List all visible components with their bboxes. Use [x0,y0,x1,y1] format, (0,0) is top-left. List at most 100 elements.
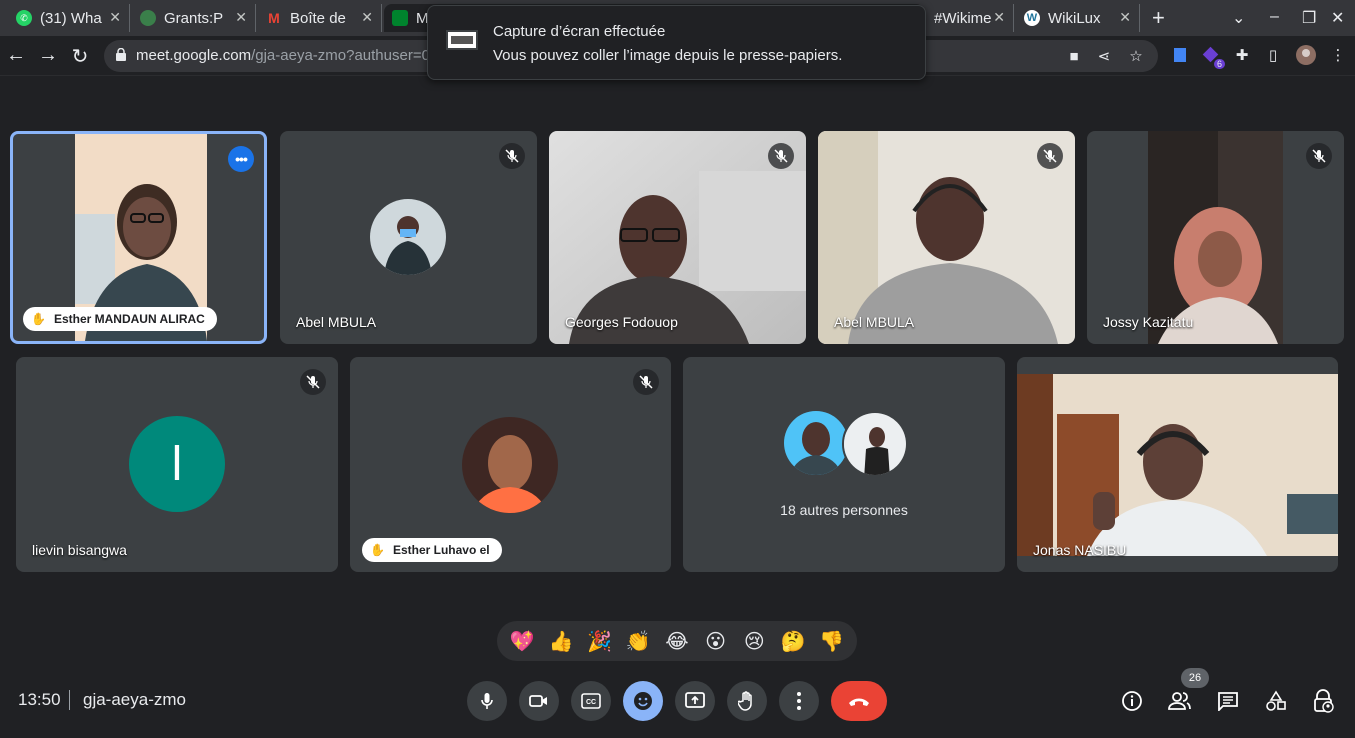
browser-tab-whatsapp[interactable]: ✆ (31) Wha ✕ [8,4,130,32]
close-window-icon[interactable]: ✕ [1331,8,1344,28]
participant-avatar [462,417,558,513]
participant-tile[interactable]: l lievin bisangwa [16,357,338,572]
raised-hand-name-pill: ✋ Esther Luhavo el [362,538,502,562]
camera-indicator-icon[interactable]: ■ [1064,46,1084,66]
participant-video [818,131,1075,344]
participant-name: lievin bisangwa [32,542,127,558]
captions-button[interactable]: CC [571,681,611,721]
extension-doc-icon[interactable] [1170,45,1190,65]
participant-name: Esther Luhavo el [392,543,490,557]
close-tab-icon[interactable]: ✕ [109,9,121,26]
reaction-party-popper-button[interactable]: 🎉 [584,629,616,654]
info-icon [1122,691,1142,711]
meeting-time: 13:50 [18,690,61,709]
reaction-sparkling-heart-button[interactable]: 💖 [506,629,538,654]
people-count-badge: 26 [1181,668,1209,688]
reactions-bar: 💖 👍 🎉 👏 😂 😮 😢 🤔 👎 [497,621,857,661]
minimize-icon[interactable]: – [1270,8,1279,26]
more-vert-icon [797,692,801,710]
extension-badge-count: 6 [1213,59,1225,69]
participant-tile[interactable]: Abel MBULA [818,131,1075,344]
participant-tile[interactable]: Jossy Kazitatu [1087,131,1344,344]
participant-tile[interactable]: Abel MBULA [280,131,537,344]
browser-tab-wikimedia[interactable]: #Wikime ✕ [926,4,1014,32]
gmail-icon: M [268,10,280,26]
other-participant-avatar [784,411,848,475]
new-tab-icon[interactable]: + [1152,5,1165,31]
participant-name: Esther MANDAUN ALIRAC [53,312,205,326]
whatsapp-icon: ✆ [16,10,32,26]
present-screen-icon [685,692,705,708]
participant-video [1017,374,1338,556]
host-controls-button[interactable] [1311,688,1337,714]
mic-off-icon [1306,143,1332,169]
browser-tab-wikilux[interactable]: W WikiLux ✕ [1016,4,1140,32]
back-icon[interactable]: ← [4,44,28,67]
others-tile[interactable]: 18 autres personnes [683,357,1005,572]
participant-tile[interactable]: ••• ✋ Esther MANDAUN ALIRAC [10,131,267,344]
url-text[interactable]: meet.google.com/gja-aeya-zmo?authuser=0 [136,47,430,64]
wikimedia-icon [140,10,156,26]
microphone-icon [481,693,493,709]
participant-initial-avatar: l [129,416,225,512]
raised-hand-name-pill: ✋ Esther MANDAUN ALIRAC [23,307,217,331]
chat-button[interactable] [1215,688,1241,714]
participant-avatar [370,199,446,275]
microphone-button[interactable] [467,681,507,721]
mic-off-icon [768,143,794,169]
participant-tile[interactable]: Georges Fodouop [549,131,806,344]
profile-avatar[interactable] [1296,45,1316,65]
browser-menu-icon[interactable]: ⋮ [1328,45,1348,65]
present-screen-button[interactable] [675,681,715,721]
reaction-thinking-button[interactable]: 🤔 [777,629,809,654]
emoji-reactions-button[interactable] [623,681,663,721]
toast-message: Vous pouvez coller l’image depuis le pre… [493,47,843,64]
extension-badge-icon[interactable]: 6 [1201,45,1225,69]
forward-icon[interactable]: → [36,44,60,67]
more-options-button[interactable] [779,681,819,721]
participant-name: Jossy Kazitatu [1103,314,1194,330]
participant-video [1148,131,1283,344]
restore-icon[interactable]: ❐ [1302,8,1316,28]
share-icon[interactable]: ⋖ [1094,46,1114,66]
chat-icon [1218,692,1238,711]
close-tab-icon[interactable]: ✕ [235,9,247,26]
people-button[interactable] [1167,688,1193,714]
reaction-joy-button[interactable]: 😂 [661,629,693,654]
close-tab-icon[interactable]: ✕ [361,9,373,26]
raise-hand-button[interactable] [727,681,767,721]
tab-search-chevron-icon[interactable]: ⌄ [1232,8,1245,28]
lock-icon[interactable] [116,48,126,61]
mic-off-icon [499,143,525,169]
participant-tile[interactable]: Jonas NASIBU [1017,357,1338,572]
reload-icon[interactable]: ↻ [68,44,92,69]
meet-icon [392,10,408,26]
others-count-label: 18 autres personnes [780,502,908,518]
camera-button[interactable] [519,681,559,721]
bookmark-star-icon[interactable]: ☆ [1126,46,1146,66]
mic-off-icon [633,369,659,395]
activities-shapes-icon [1266,690,1286,711]
extensions-puzzle-icon[interactable]: ✚ [1232,45,1252,65]
side-panel-icon[interactable]: ▯ [1263,45,1283,65]
wordpress-icon: W [1024,10,1040,26]
reaction-surprised-button[interactable]: 😮 [700,629,732,654]
reaction-thumbs-up-button[interactable]: 👍 [545,629,577,654]
participant-tile[interactable]: ✋ Esther Luhavo el [350,357,671,572]
smiley-icon [634,692,652,710]
reaction-crying-button[interactable]: 😢 [738,629,770,654]
browser-tab-grants[interactable]: Grants:P ✕ [132,4,256,32]
participant-video [549,131,806,344]
other-participant-avatar [842,411,908,477]
browser-tab-gmail[interactable]: M Boîte de ✕ [258,4,382,32]
close-tab-icon[interactable]: ✕ [1119,9,1131,26]
reaction-thumbs-down-button[interactable]: 👎 [816,629,848,654]
leave-call-button[interactable] [831,681,887,721]
svg-text:CC: CC [586,699,596,706]
meeting-details-button[interactable] [1119,688,1145,714]
more-options-button[interactable]: ••• [228,146,254,172]
reaction-clapping-button[interactable]: 👏 [622,629,654,654]
activities-button[interactable] [1263,688,1289,714]
participant-name: Jonas NASIBU [1033,542,1127,558]
close-tab-icon[interactable]: ✕ [993,9,1005,26]
